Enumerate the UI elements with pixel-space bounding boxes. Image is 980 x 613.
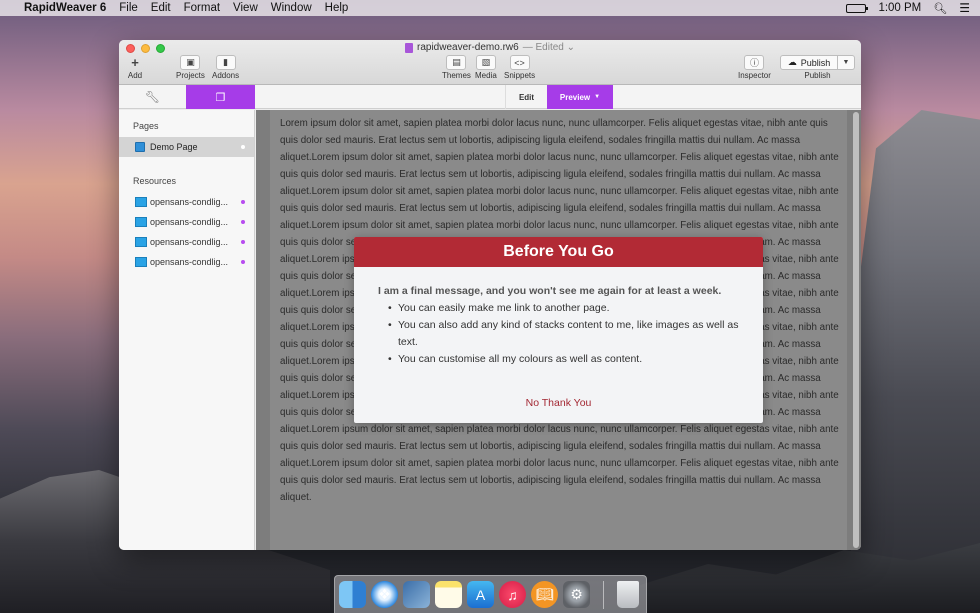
tab-edit[interactable]: Edit [505,85,547,109]
resource-item-label: opensans-condlig... [150,257,229,267]
addons-label: Addons [212,71,240,80]
wallpaper-cliff [850,110,980,590]
document-icon [404,42,413,53]
document-title: rapidweaver-demo.rw6 — Edited ⌄ [119,42,861,53]
menu-window[interactable]: Window [271,2,312,14]
itunes-icon[interactable]: ♫ [499,581,526,608]
pages-section-title: Pages [133,121,159,131]
add-button[interactable]: + Add [125,55,145,80]
menu-bar: RapidWeaver 6 File Edit Format View Wind… [0,0,980,16]
resource-item-label: opensans-condlig... [150,217,229,227]
snippets-button[interactable]: <> Snippets [504,55,535,80]
preview-gutter-left [256,110,270,550]
cloud-icon: ☁ [787,57,797,67]
puzzle-icon: ▮ [215,55,236,70]
add-label: Add [127,71,143,80]
modal-title: Before You Go [354,237,763,267]
sidebar-item-resource[interactable]: opensans-condlig... [119,232,254,252]
menu-format[interactable]: Format [184,2,220,14]
resource-status-dot [241,220,245,224]
toolbar: rapidweaver-demo.rw6 — Edited ⌄ + Add ▣ … [119,40,861,85]
ibooks-icon[interactable]: 📖︎ [531,581,558,608]
sidebar-item-resource[interactable]: opensans-condlig... [119,252,254,272]
publish-label: Publish [804,71,831,80]
publish-control: ☁ Publish ▼ Publish [780,55,855,80]
sidebar-item-resource[interactable]: opensans-condlig... [119,192,254,212]
page-item-label: Demo Page [150,142,198,152]
resource-file-icon [135,197,147,207]
menu-file[interactable]: File [119,2,138,14]
tab-strip: 🔧︎ ❐ Edit Preview ▼ [119,85,861,109]
notes-icon[interactable] [435,581,462,608]
modal-intro: I am a final message, and you won't see … [378,285,722,297]
document-state-label: Edited [535,42,564,53]
page-status-dot [241,145,245,149]
dock-separator [603,580,604,609]
preview-scrollbar[interactable] [853,112,859,548]
media-label: Media [475,71,497,80]
app-store-icon[interactable]: A [467,581,494,608]
menu-help[interactable]: Help [325,2,349,14]
projects-icon: ▣ [180,55,201,70]
inspector-button[interactable]: ⓘ Inspector [738,55,771,80]
publish-button[interactable]: ☁ Publish [780,55,838,70]
themes-label: Themes [442,71,471,80]
safari-icon[interactable]: ❖ [371,581,398,608]
modal-bullet: You can easily make me link to another p… [388,300,739,317]
settings-tab-wrench-icon[interactable]: 🔧︎ [119,85,186,109]
modal-bullet: You can also add any kind of stacks cont… [388,317,739,351]
chevron-down-icon: ▼ [594,94,601,100]
menu-view[interactable]: View [233,2,258,14]
plus-icon: + [131,55,139,70]
before-you-go-modal: Before You Go I am a final message, and … [354,237,763,423]
sidebar: Pages Demo Page Resources opensans-condl… [119,110,255,550]
app-menu[interactable]: RapidWeaver 6 [24,2,106,14]
resource-item-label: opensans-condlig... [150,237,229,247]
tab-preview-label: Preview [559,92,591,102]
pages-tab-copy-icon[interactable]: ❐ [186,85,255,109]
page-icon [135,142,145,152]
resource-file-icon [135,217,147,227]
modal-bullet: You can customise all my colours as well… [388,351,739,368]
themes-icon: ▤ [446,55,467,70]
resource-file-icon [135,237,147,247]
menu-edit[interactable]: Edit [151,2,171,14]
snippets-label: Snippets [504,71,536,80]
addons-button[interactable]: ▮ Addons [212,55,239,80]
publish-menu-chevron-down-icon[interactable]: ▼ [838,55,855,70]
clock[interactable]: 1:00 PM [878,2,921,14]
info-icon: ⓘ [744,55,765,70]
document-name: rapidweaver-demo.rw6 [416,42,519,53]
dock: ❖ A ♫ 📖︎ ⚙ [334,575,647,613]
image-icon: ▧ [475,55,496,70]
tab-preview[interactable]: Preview ▼ [547,85,613,109]
resource-status-dot [241,200,245,204]
code-brackets-icon: <> [509,55,530,70]
publish-row: ☁ Publish ▼ [780,55,855,70]
sidebar-item-resource[interactable]: opensans-condlig... [119,212,254,232]
battery-icon[interactable] [846,3,869,13]
sidebar-item-demo-page[interactable]: Demo Page [119,137,254,157]
modal-bullet-list: You can easily make me link to another p… [388,300,739,368]
themes-button[interactable]: ▤ Themes [442,55,471,80]
projects-button[interactable]: ▣ Projects [176,55,205,80]
document-state[interactable]: — Edited ⌄ [523,42,575,53]
inspector-label: Inspector [738,71,771,80]
resource-item-label: opensans-condlig... [150,197,229,207]
spotlight-search-icon[interactable]: 🔍︎ [933,2,947,15]
no-thank-you-link[interactable]: No Thank You [354,397,763,409]
system-preferences-icon[interactable]: ⚙ [563,581,590,608]
trash-icon[interactable] [617,581,639,608]
publish-button-label: Publish [800,57,831,68]
modal-body: I am a final message, and you won't see … [354,267,763,368]
finder-icon[interactable] [339,581,366,608]
resource-file-icon [135,257,147,267]
preview-icon[interactable] [403,581,430,608]
resource-status-dot [241,260,245,264]
resources-section-title: Resources [133,176,177,186]
notification-center-icon[interactable]: ☰ [959,1,970,15]
resource-status-dot [241,240,245,244]
projects-label: Projects [176,71,205,80]
media-button[interactable]: ▧ Media [475,55,497,80]
